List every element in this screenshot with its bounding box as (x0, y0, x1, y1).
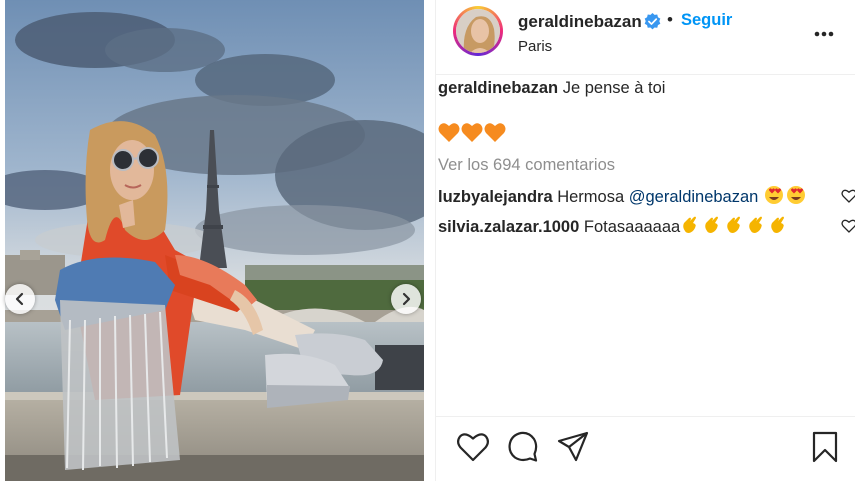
comment-text: Hermosa (557, 188, 629, 206)
post-photo[interactable] (5, 0, 424, 481)
comment-username[interactable]: silvia.zalazar.1000 (438, 218, 579, 236)
follow-button[interactable]: Seguir (681, 11, 732, 30)
chevron-left-icon (15, 292, 24, 306)
comment-username[interactable]: luzbyalejandra (438, 188, 553, 206)
orange-heart-icon (438, 123, 506, 142)
actions-divider (436, 416, 855, 417)
heart-eyes-icon (764, 186, 805, 204)
header-divider (436, 74, 855, 75)
photo-image (5, 0, 424, 481)
post-caption: geraldinebazan Je pense à toi (438, 79, 665, 98)
comment-like-icon[interactable] (841, 218, 855, 234)
verified-badge-icon (644, 13, 661, 30)
post-side-panel (436, 0, 855, 481)
comment-like-icon[interactable] (841, 188, 855, 204)
next-photo-button[interactable] (391, 284, 421, 314)
post-username[interactable]: geraldinebazan (518, 12, 642, 32)
share-icon[interactable] (556, 430, 590, 464)
previous-photo-button[interactable] (5, 284, 35, 314)
clap-icon (683, 216, 785, 233)
comment-icon[interactable] (506, 430, 540, 464)
comment-mention[interactable]: @geraldinebazan (629, 188, 759, 206)
profile-avatar[interactable] (453, 6, 503, 56)
avatar-image (456, 9, 500, 53)
separator-dot: • (667, 10, 673, 29)
chevron-right-icon (402, 292, 411, 306)
caption-emoji (438, 121, 508, 150)
more-options-icon[interactable] (810, 22, 840, 46)
caption-username[interactable]: geraldinebazan (438, 79, 558, 97)
view-all-comments-link[interactable]: Ver los 694 comentarios (438, 156, 615, 175)
post-location[interactable]: Paris (518, 38, 552, 55)
like-icon[interactable] (456, 430, 490, 464)
comment-text: Fotasaaaaaa (583, 218, 681, 236)
comment-item: luzbyalejandra Hermosa @geraldinebazan (438, 185, 808, 207)
save-icon[interactable] (808, 430, 842, 464)
comment-item: silvia.zalazar.1000 Fotasaaaaaa (438, 215, 791, 237)
caption-text: Je pense à toi (562, 79, 666, 97)
